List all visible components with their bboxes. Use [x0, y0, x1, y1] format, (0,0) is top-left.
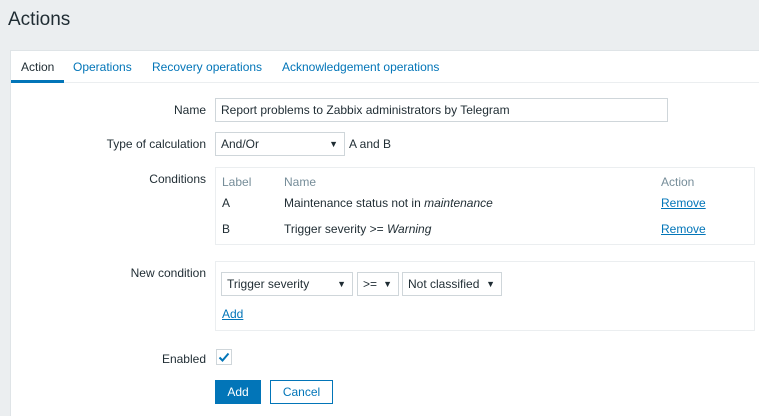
calc-type-value: And/Or: [221, 137, 260, 151]
calc-formula: A and B: [349, 137, 392, 151]
conditions-table: Label Name Action A Maintenance status n…: [215, 167, 755, 245]
condition-row-name: Maintenance status not in maintenance: [284, 196, 493, 210]
new-condition-box: Trigger severity ▼ >= ▼ Not classified ▼…: [215, 261, 755, 331]
enabled-label: Enabled: [161, 352, 206, 366]
dropdown-arrow-icon: ▼: [383, 279, 392, 289]
cancel-button[interactable]: Cancel: [270, 380, 333, 404]
condition-value-select[interactable]: Not classified ▼: [402, 272, 502, 296]
tab-bar: Action Operations Recovery operations Ac…: [11, 51, 759, 83]
enabled-checkbox[interactable]: [216, 349, 232, 365]
new-condition-label: New condition: [130, 266, 206, 280]
condition-row-name: Trigger severity >= Warning: [284, 222, 432, 236]
tab-acknowledgement-operations[interactable]: Acknowledgement operations: [282, 51, 439, 83]
conditions-header-name: Name: [284, 175, 317, 189]
action-form-card: Action Operations Recovery operations Ac…: [10, 50, 759, 416]
checkmark-icon: [218, 352, 230, 362]
add-button[interactable]: Add: [215, 380, 261, 404]
conditions-header-action: Action: [661, 175, 695, 189]
condition-type-select[interactable]: Trigger severity ▼: [221, 272, 353, 296]
dropdown-arrow-icon: ▼: [329, 139, 338, 149]
conditions-label: Conditions: [149, 172, 206, 186]
remove-condition-a-link[interactable]: Remove: [661, 196, 706, 210]
conditions-header-label: Label: [222, 175, 252, 189]
dropdown-arrow-icon: ▼: [486, 279, 495, 289]
tab-recovery-operations[interactable]: Recovery operations: [152, 51, 262, 83]
name-input[interactable]: [215, 98, 668, 122]
remove-condition-b-link[interactable]: Remove: [661, 222, 706, 236]
add-condition-link[interactable]: Add: [222, 307, 243, 321]
dropdown-arrow-icon: ▼: [337, 279, 346, 289]
name-label: Name: [173, 103, 206, 117]
condition-operator-select[interactable]: >= ▼: [357, 272, 399, 296]
calc-type-label: Type of calculation: [106, 137, 206, 151]
tab-operations[interactable]: Operations: [73, 51, 132, 83]
page-title: Actions: [8, 9, 71, 30]
condition-row-label: B: [222, 222, 231, 236]
calc-type-select[interactable]: And/Or ▼: [215, 132, 345, 156]
condition-row-label: A: [222, 196, 231, 210]
tab-action[interactable]: Action: [11, 51, 65, 83]
